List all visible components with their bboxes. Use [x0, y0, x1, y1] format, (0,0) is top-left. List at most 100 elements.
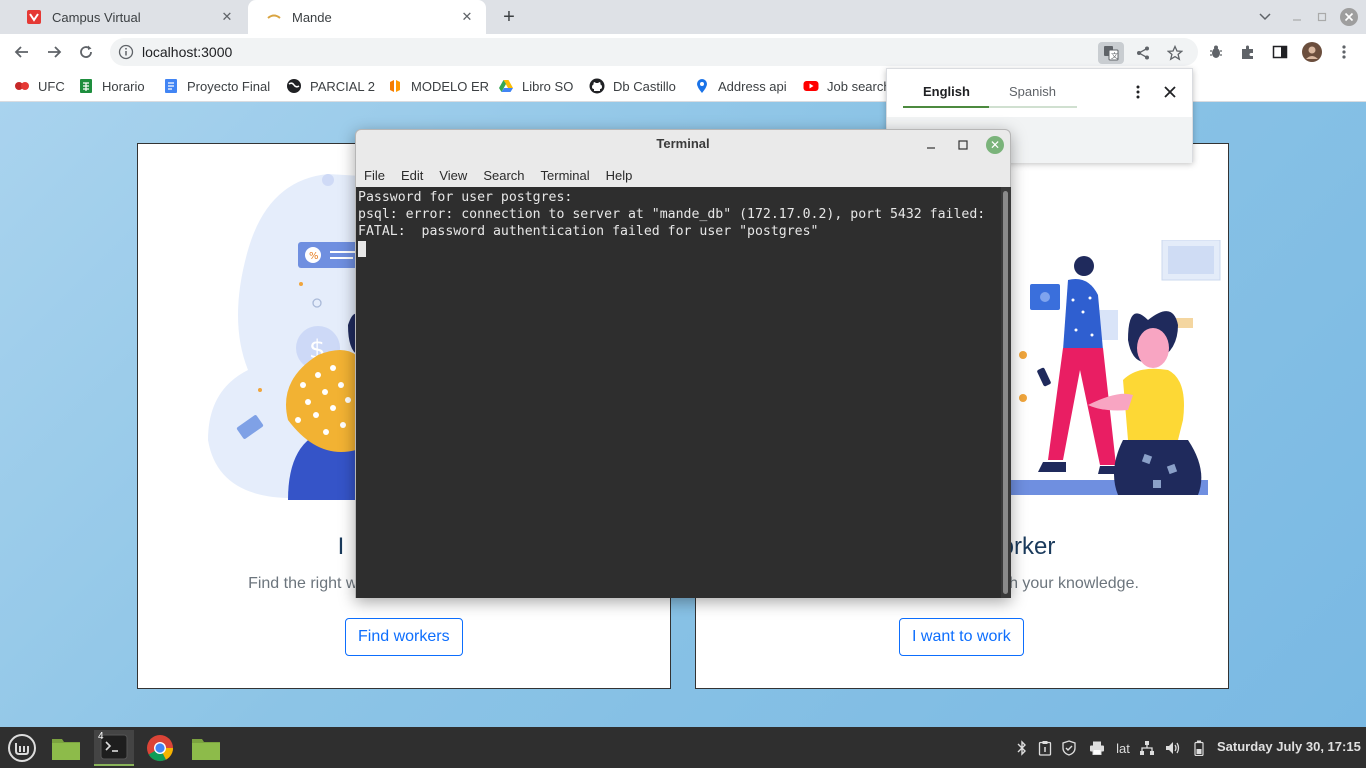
window-count-badge: 4 [98, 731, 104, 742]
bookmark-label: Horario [102, 78, 145, 94]
translate-options-icon[interactable] [1133, 83, 1143, 101]
mande-favicon [266, 9, 282, 25]
extensions-puzzle-icon[interactable] [1238, 42, 1258, 62]
bookmark-job-search[interactable]: Job search [803, 77, 886, 95]
volume-icon[interactable] [1164, 739, 1182, 757]
profile-avatar[interactable] [1302, 42, 1322, 62]
campus-virtual-favicon [26, 9, 42, 25]
tab-search-icon[interactable] [1254, 6, 1276, 28]
terminal-line: Password for user postgres: [358, 190, 573, 205]
clock[interactable]: Saturday July 30, 17:15 [1217, 739, 1361, 754]
browser-toolbar: localhost:3000 文 [0, 34, 1366, 70]
map-pin-icon [694, 78, 710, 94]
svg-text:文: 文 [1111, 51, 1118, 60]
share-icon[interactable] [1132, 42, 1154, 64]
google-drive-icon [498, 78, 514, 94]
worker-illustration [1008, 240, 1221, 495]
terminal-cursor [358, 241, 366, 257]
menu-terminal[interactable]: Terminal [533, 168, 598, 183]
bookmark-parcial-2[interactable]: PARCIAL 2 [286, 77, 375, 95]
bookmark-db-castillo[interactable]: Db Castillo [589, 77, 676, 95]
bookmark-proyecto-final[interactable]: Proyecto Final [163, 77, 270, 95]
close-tab-icon[interactable]: ✕ [218, 8, 236, 26]
back-icon[interactable] [8, 38, 36, 66]
terminal-title: Terminal [656, 136, 710, 151]
youtube-icon [803, 78, 819, 94]
i-want-to-work-button[interactable]: I want to work [899, 618, 1024, 656]
maximize-icon[interactable] [954, 136, 972, 154]
clipboard-icon[interactable] [1037, 739, 1053, 757]
menu-view[interactable]: View [431, 168, 475, 183]
terminal-taskbar-icon[interactable]: 4 [94, 730, 134, 766]
menu-search[interactable]: Search [475, 168, 532, 183]
active-language-indicator [903, 106, 989, 108]
language-tab-spanish[interactable]: Spanish [1009, 84, 1056, 99]
terminal-line: FATAL: password authentication failed fo… [358, 224, 819, 239]
address-bar[interactable]: localhost:3000 文 [110, 38, 1198, 66]
new-tab-button[interactable]: + [496, 6, 522, 28]
forward-icon[interactable] [40, 38, 68, 66]
globe-icon [286, 78, 302, 94]
url-text: localhost:3000 [142, 44, 233, 60]
find-workers-button[interactable]: Find workers [345, 618, 463, 656]
tab-title: Mande [292, 9, 332, 25]
bookmark-horario[interactable]: Horario [78, 77, 145, 95]
bookmark-label: UFC [38, 78, 65, 94]
lucidchart-icon [387, 78, 403, 94]
bookmark-address-api[interactable]: Address api [694, 77, 787, 95]
bookmark-ufc[interactable]: UFC [14, 77, 65, 95]
tab-mande[interactable]: Mande ✕ [248, 0, 486, 34]
bookmark-label: Proyecto Final [187, 78, 271, 94]
bookmark-label: PARCIAL 2 [310, 78, 376, 94]
extension-bug-icon[interactable] [1206, 42, 1226, 62]
menu-help[interactable]: Help [598, 168, 641, 183]
translate-icon[interactable]: 文 [1098, 42, 1124, 64]
close-icon[interactable] [1161, 83, 1179, 101]
bookmark-libro-so[interactable]: Libro SO [498, 77, 573, 95]
printer-icon[interactable] [1088, 739, 1106, 757]
shield-icon[interactable] [1061, 739, 1077, 757]
github-icon [589, 78, 605, 94]
terminal-menubar: File Edit View Search Terminal Help [356, 164, 1010, 186]
close-tab-icon[interactable]: ✕ [458, 8, 476, 26]
terminal-output[interactable]: Password for user postgres: psql: error:… [356, 187, 1001, 598]
bookmark-label: Address api [718, 78, 787, 94]
site-info-icon[interactable] [118, 44, 134, 60]
tab-campus-virtual[interactable]: Campus Virtual ✕ [8, 0, 246, 34]
bookmark-label: Job search [827, 78, 886, 94]
svg-text:%: % [309, 251, 319, 262]
google-docs-icon [163, 78, 179, 94]
menu-edit[interactable]: Edit [393, 168, 431, 183]
bluetooth-icon[interactable] [1015, 739, 1029, 757]
terminal-window: Terminal ✕ File Edit View Search Termina… [355, 129, 1011, 598]
side-panel-icon[interactable] [1270, 42, 1290, 62]
bookmark-label: Libro SO [522, 78, 574, 94]
close-window-icon[interactable] [1338, 6, 1360, 28]
chrome-menu-icon[interactable] [1334, 42, 1354, 62]
maximize-icon[interactable] [1311, 6, 1333, 28]
language-tab-english[interactable]: English [923, 84, 970, 99]
minimize-icon[interactable] [922, 136, 940, 154]
files-folder-icon[interactable] [46, 730, 86, 766]
taskbar: 4 lat Saturday July 30, 17:15 [0, 727, 1366, 768]
close-icon[interactable]: ✕ [986, 136, 1004, 154]
bookmark-star-icon[interactable] [1164, 42, 1186, 64]
menu-file[interactable]: File [356, 168, 393, 183]
keyboard-layout-indicator[interactable]: lat [1112, 739, 1134, 757]
ufc-icon [14, 78, 30, 94]
bookmark-modelo-er[interactable]: MODELO ER [387, 77, 489, 95]
files-folder-icon[interactable] [186, 730, 226, 766]
tab-title: Campus Virtual [52, 9, 141, 25]
google-sheets-icon [78, 78, 94, 94]
battery-icon[interactable] [1192, 739, 1206, 757]
network-icon[interactable] [1138, 739, 1156, 757]
browser-tab-strip: Campus Virtual ✕ Mande ✕ + [0, 0, 1366, 34]
linux-mint-menu-icon[interactable] [2, 730, 42, 766]
minimize-icon[interactable] [1286, 6, 1308, 28]
reload-icon[interactable] [72, 38, 100, 66]
terminal-scrollbar[interactable] [1001, 187, 1011, 598]
chrome-taskbar-icon[interactable] [140, 730, 180, 766]
bookmark-label: Db Castillo [613, 78, 676, 94]
terminal-line: psql: error: connection to server at "ma… [358, 207, 986, 222]
scrollbar-thumb[interactable] [1003, 191, 1008, 594]
